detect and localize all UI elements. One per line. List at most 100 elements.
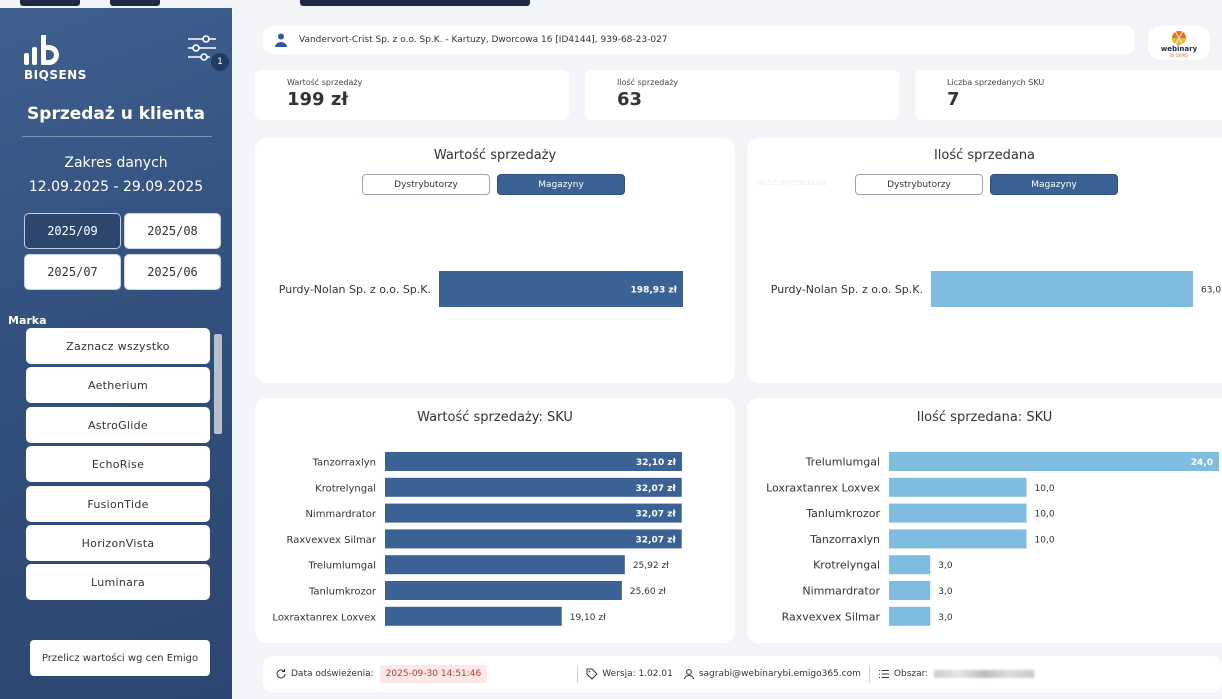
user-icon (683, 669, 694, 680)
category-label: Trelumlumgal (805, 456, 880, 469)
list-icon (878, 670, 889, 678)
brand-option[interactable]: EchoRise (26, 446, 210, 482)
sku-value-card: Wartość sprzedaży: SKU Tanzorraxlyn 32,10… (255, 398, 735, 643)
select-all-button[interactable]: Zaznacz wszystko (26, 328, 210, 364)
user-icon (275, 33, 287, 47)
sales-value-card: Wartość sprzedaży Dystrybutorzy Magazyny… (255, 138, 735, 383)
value-label: 3,0 (938, 587, 953, 597)
bar[interactable] (889, 581, 931, 600)
period-button-2025-06[interactable]: 2025/06 (124, 254, 221, 290)
value-label: 10,0 (1035, 510, 1055, 520)
divider (577, 665, 579, 683)
value-label: 10,0 (1035, 535, 1055, 545)
kpi-sales-value: Wartość sprzedaży 199 zł (255, 70, 569, 120)
value-label: 3,0 (938, 561, 953, 571)
kpi-value: 7 (947, 89, 960, 110)
brand-option[interactable]: Aetherium (26, 367, 210, 403)
category-label: Nimmardrator (305, 509, 376, 520)
cropped-header-mark (20, 0, 80, 6)
area-info: Obszar: (878, 668, 1035, 680)
category-label: Tanlumkrozor (308, 587, 377, 598)
sales-value-chart: Purdy-Nolan Sp. z o.o. Sp.K. 198,93 zł (279, 271, 683, 307)
area-label: Obszar: (893, 669, 929, 679)
webinary-logo: webinary BI DEMO (1148, 26, 1210, 60)
value-label: 32,10 zł (636, 458, 677, 468)
webinary-logo-text: webinary (1161, 45, 1198, 53)
value-label: 25,92 zł (633, 561, 669, 571)
category-label: Raxvexvex Silmar (782, 610, 881, 623)
cropped-header-mark (110, 0, 160, 6)
user-email: sagrabi@webinarybi.emigo365.com (698, 669, 861, 679)
area-value-redacted (934, 670, 1035, 678)
value-label: 24,0 (1191, 458, 1213, 468)
value-label: 198,93 zł (631, 286, 678, 296)
refresh-label: Data odświeżenia: (291, 669, 374, 679)
bar[interactable] (889, 606, 931, 626)
webinary-logo-icon: webinary BI DEMO (1161, 30, 1198, 58)
category-label: Tanzorraxlyn (809, 533, 880, 546)
sku-value-chart: Tanzorraxlyn 32,10 zł Krotrelyngal 32,07 zł… (272, 452, 682, 626)
brand-filter-label: Marka (8, 314, 47, 327)
sku-qty-chart: Trelumlumgal 24,0 Loxraxtanrex Loxvex 10,0 T… (766, 452, 1219, 626)
category-label: Nimmardrator (802, 585, 880, 598)
client-bar: Vandervort-Crist Sp. z o.o. Sp.K. - Kart… (263, 26, 1135, 54)
date-range-label: Zakres danych (64, 155, 168, 171)
divider (868, 665, 870, 683)
kpi-label: Liczba sprzedanych SKU (947, 78, 1045, 87)
tag-icon (586, 668, 598, 680)
kpi-label: Ilość sprzedaży (617, 78, 679, 87)
category-label: Purdy-Nolan Sp. z o.o. Sp.K. (771, 283, 923, 296)
brand-list-scrollbar[interactable] (214, 334, 222, 434)
version-info: Wersja: 1.02.01 (586, 668, 673, 680)
bar[interactable] (889, 477, 1027, 497)
client-name: Vandervort-Crist Sp. z o.o. Sp.K. - Kart… (299, 35, 668, 45)
kpi-value: 199 zł (287, 89, 348, 110)
kpi-sku-count: Liczba sprzedanych SKU 7 (915, 70, 1222, 120)
value-label: 63,0 (1201, 286, 1221, 296)
sku-qty-card: Ilość sprzedana: SKU Trelumlumgal 24,0 Lox… (747, 398, 1222, 643)
recalculate-prices-button[interactable]: Przelicz wartości wg cen Emigo (30, 640, 210, 676)
divider (22, 136, 212, 137)
footer-bar: Data odświeżenia: 2025-09-30 14:51:46 We… (263, 656, 1222, 692)
bar[interactable] (889, 555, 931, 575)
kpi-sales-qty: Ilość sprzedaży 63 (585, 70, 899, 120)
value-label: 3,0 (938, 613, 953, 623)
period-button-2025-09[interactable]: 2025/09 (24, 213, 121, 249)
category-label: Loxraxtanrex Loxvex (766, 481, 880, 494)
category-label: Krotrelyngal (813, 559, 880, 572)
category-label: Trelumlumgal (307, 561, 376, 572)
bar[interactable] (889, 503, 1027, 523)
brand-name: BIQSENS (24, 68, 87, 82)
period-button-2025-08[interactable]: 2025/08 (124, 213, 221, 249)
category-label: Tanzorraxlyn (312, 458, 376, 469)
kpi-label: Wartość sprzedaży (287, 78, 363, 87)
kpi-value: 63 (617, 89, 643, 110)
bar[interactable] (385, 581, 622, 600)
category-label: Purdy-Nolan Sp. z o.o. Sp.K. (279, 283, 431, 296)
period-button-2025-07[interactable]: 2025/07 (24, 254, 121, 290)
bar[interactable] (385, 555, 625, 575)
value-label: 25,60 zł (630, 587, 666, 597)
filter-count-badge: 1 (211, 53, 229, 71)
category-label: Tanlumkrozor (805, 507, 880, 520)
qty-sold-chart: Purdy-Nolan Sp. z o.o. Sp.K. 63,0 (771, 271, 1221, 307)
value-label: 19,10 zł (570, 613, 606, 623)
bar[interactable] (931, 271, 1193, 307)
brand-option[interactable]: AstroGlide (26, 407, 210, 443)
category-label: Krotrelyngal (315, 483, 376, 494)
bar[interactable] (385, 606, 562, 626)
webinary-logo-subtext: BI DEMO (1170, 53, 1187, 58)
category-label: Loxraxtanrex Loxvex (272, 612, 376, 623)
brand-option[interactable]: HorizonVista (26, 525, 210, 561)
sidebar: BIQSENS 1 Sprzedaż u klienta Zakres dany… (0, 8, 232, 699)
user-info: sagrabi@webinarybi.emigo365.com (683, 668, 861, 680)
bar[interactable] (889, 452, 1219, 471)
cropped-header-mark (300, 0, 530, 6)
brand-option[interactable]: Luminara (26, 564, 210, 600)
value-label: 32,07 zł (636, 510, 677, 520)
category-label: Raxvexvex Silmar (287, 535, 377, 546)
refresh-icon (276, 669, 286, 679)
date-range-value: 12.09.2025 - 29.09.2025 (28, 179, 204, 195)
brand-option[interactable]: FusionTide (26, 486, 210, 522)
bar[interactable] (889, 529, 1027, 549)
